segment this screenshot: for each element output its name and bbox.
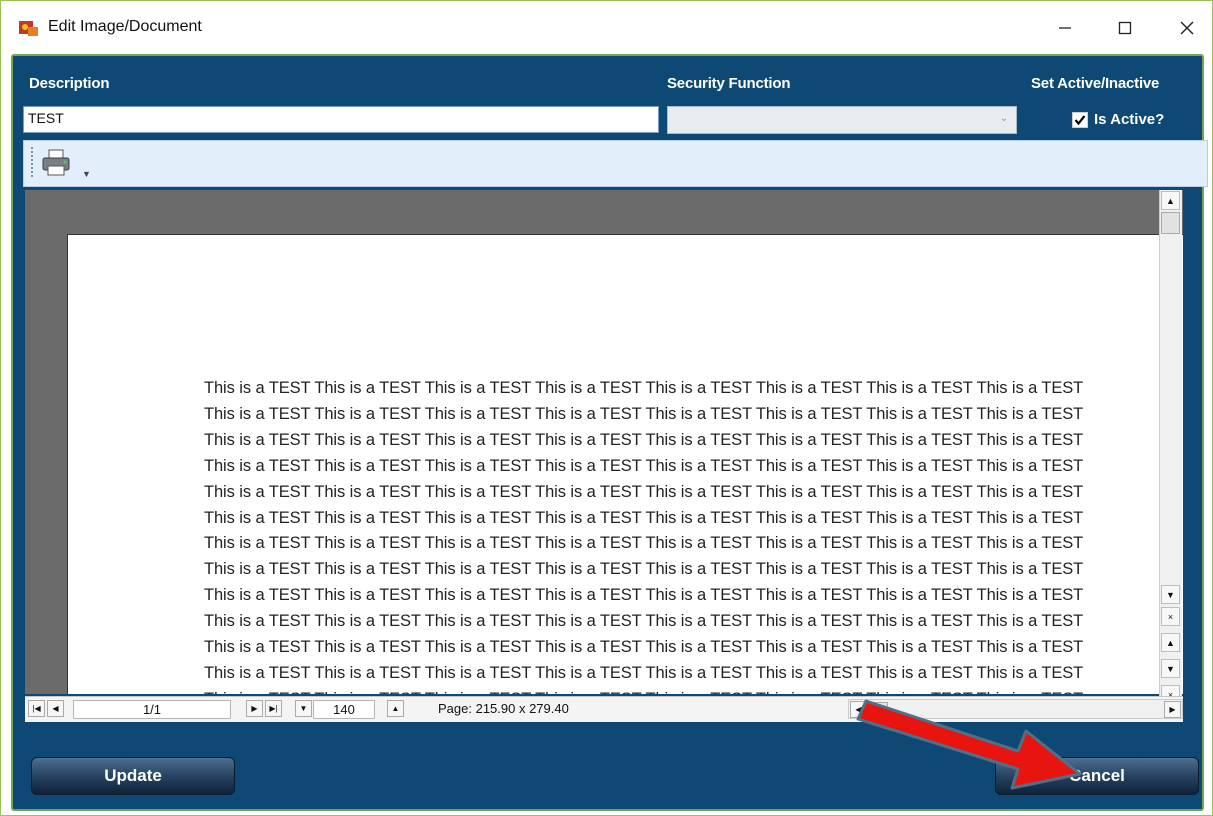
previous-page-icon[interactable]: ◀ bbox=[47, 700, 64, 717]
maximize-icon bbox=[1118, 21, 1132, 35]
app-icon bbox=[19, 21, 38, 36]
page-down-icon[interactable]: ▼ bbox=[1161, 659, 1180, 678]
document-line: This is a TEST This is a TEST This is a … bbox=[204, 560, 1084, 579]
is-active-checkbox[interactable] bbox=[1072, 111, 1088, 128]
chevron-down-icon: ⌄ bbox=[999, 113, 1008, 124]
document-line: This is a TEST This is a TEST This is a … bbox=[204, 586, 1084, 605]
update-button[interactable]: Update bbox=[31, 757, 235, 795]
annotation-arrow bbox=[856, 699, 1082, 790]
title-bar: Edit Image/Document bbox=[1, 1, 1212, 53]
scroll-thumb[interactable] bbox=[1161, 212, 1180, 234]
first-page-icon[interactable]: |◀ bbox=[28, 700, 45, 717]
zoom-decrease-icon[interactable]: ▼ bbox=[295, 700, 312, 717]
description-label: Description bbox=[29, 75, 110, 92]
vertical-scrollbar[interactable]: ▲ ▼ × ▲ ▼ × bbox=[1159, 190, 1182, 714]
document-text: This is a TEST This is a TEST This is a … bbox=[204, 376, 1083, 694]
scroll-right-button[interactable]: ▶ bbox=[1164, 701, 1181, 718]
document-line: This is a TEST This is a TEST This is a … bbox=[204, 638, 1084, 657]
scroll-up-button[interactable]: ▲ bbox=[1161, 191, 1180, 210]
is-active-toggle[interactable]: Is Active? bbox=[1072, 111, 1164, 128]
scroll-down-button[interactable]: ▼ bbox=[1161, 585, 1180, 604]
document-line: This is a TEST This is a TEST This is a … bbox=[204, 534, 1084, 553]
document-line: This is a TEST This is a TEST This is a … bbox=[204, 612, 1084, 631]
document-line: This is a TEST This is a TEST This is a … bbox=[204, 508, 1084, 527]
document-line: This is a TEST This is a TEST This is a … bbox=[204, 456, 1084, 475]
description-field[interactable]: TEST bbox=[23, 106, 659, 133]
document-line: This is a TEST This is a TEST This is a … bbox=[204, 404, 1084, 423]
page-size-label: Page: 215.90 x 279.40 bbox=[438, 701, 569, 716]
security-function-label: Security Function bbox=[667, 75, 791, 92]
security-function-select[interactable]: ⌄ bbox=[667, 106, 1017, 134]
document-line: This is a TEST This is a TEST This is a … bbox=[204, 482, 1084, 501]
close-button[interactable] bbox=[1157, 9, 1213, 47]
toolbar-grip-icon bbox=[31, 147, 35, 177]
document-line: This is a TEST This is a TEST This is a … bbox=[204, 430, 1084, 449]
check-icon bbox=[1074, 114, 1086, 125]
document-line: This is a TEST This is a TEST This is a … bbox=[204, 379, 1084, 397]
next-page-icon[interactable]: ▶ bbox=[246, 700, 263, 717]
window-title: Edit Image/Document bbox=[48, 18, 202, 35]
print-icon[interactable] bbox=[40, 148, 72, 178]
zoom-out-icon[interactable]: × bbox=[1161, 607, 1180, 626]
page-up-icon[interactable]: ▲ bbox=[1161, 633, 1180, 652]
document-line: This is a TEST This is a TEST This is a … bbox=[204, 663, 1084, 682]
minimize-button[interactable] bbox=[1035, 9, 1095, 47]
document-viewer: This is a TEST This is a TEST This is a … bbox=[25, 190, 1183, 694]
set-active-label: Set Active/Inactive bbox=[1031, 75, 1160, 92]
zoom-field[interactable]: 140 bbox=[313, 700, 375, 719]
edit-image-document-window: Edit Image/Document Description Security… bbox=[0, 0, 1213, 816]
page-number-field[interactable]: 1/1 bbox=[73, 700, 231, 719]
minimize-icon bbox=[1059, 27, 1071, 29]
document-page: This is a TEST This is a TEST This is a … bbox=[67, 234, 1183, 694]
viewer-toolbar: ▼ bbox=[23, 140, 1208, 187]
overflow-chevron-icon[interactable]: ▼ bbox=[82, 169, 91, 179]
zoom-increase-icon[interactable]: ▲ bbox=[387, 700, 404, 717]
close-icon bbox=[1180, 21, 1194, 35]
is-active-label: Is Active? bbox=[1094, 111, 1165, 128]
last-page-icon[interactable]: ▶| bbox=[265, 700, 282, 717]
maximize-button[interactable] bbox=[1095, 9, 1155, 47]
